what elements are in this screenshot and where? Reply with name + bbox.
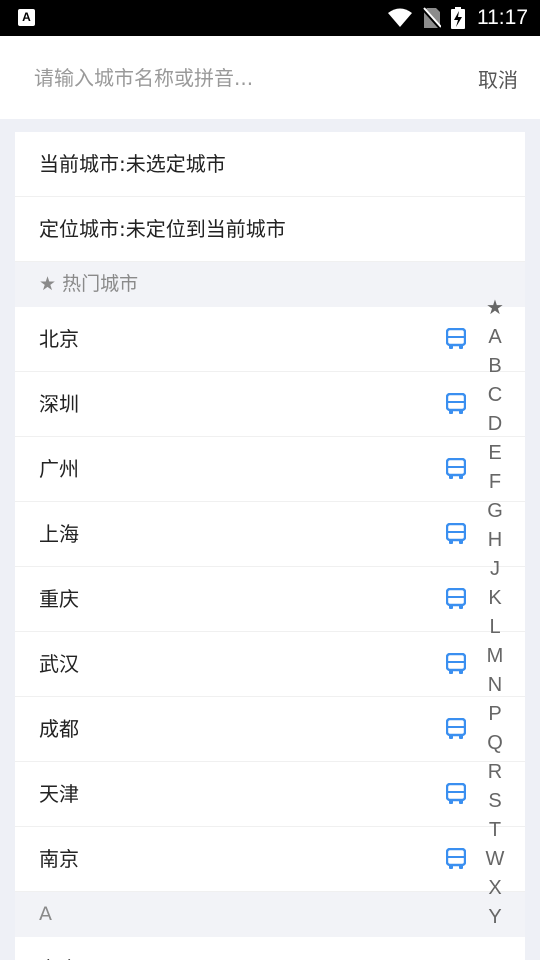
app-notification-icon: A — [18, 9, 35, 26]
index-letter-d[interactable]: D — [482, 410, 508, 439]
city-item-shenzhen[interactable]: 深圳 — [15, 372, 525, 437]
bus-icon — [446, 653, 466, 674]
search-bar: 取消 — [0, 36, 540, 119]
city-name: 武汉 — [39, 652, 79, 676]
alphabet-index-bar[interactable]: ★ A B C D E F G H J K L M N P Q R S T W X Y — [482, 294, 508, 932]
city-name: 广州 — [39, 457, 79, 481]
hot-cities-header: ★ 热门城市 — [15, 262, 525, 307]
city-item-wuhan[interactable]: 武汉 — [15, 632, 525, 697]
status-icons: 11:17 — [387, 0, 528, 36]
index-letter-s[interactable]: S — [482, 787, 508, 816]
bus-icon — [446, 393, 466, 414]
battery-charging-icon — [451, 7, 465, 29]
bus-icon — [446, 523, 466, 544]
index-letter-x[interactable]: X — [482, 874, 508, 903]
city-name: 南京 — [39, 847, 79, 871]
index-letter-w[interactable]: W — [482, 845, 508, 874]
city-name: 成都 — [39, 717, 79, 741]
city-item-nanjing[interactable]: 南京 — [15, 827, 525, 892]
index-letter-b[interactable]: B — [482, 352, 508, 381]
section-header-a: A — [15, 892, 525, 937]
index-letter-k[interactable]: K — [482, 584, 508, 613]
city-item-guangzhou[interactable]: 广州 — [15, 437, 525, 502]
wifi-icon — [388, 8, 412, 27]
index-letter-y[interactable]: Y — [482, 903, 508, 932]
city-list[interactable]: 当前城市:未选定城市 定位城市:未定位到当前城市 ★ 热门城市 北京 深圳 广州… — [15, 132, 525, 960]
city-name: 北京 — [39, 327, 79, 351]
bus-icon — [446, 848, 466, 869]
city-item-chengdu[interactable]: 成都 — [15, 697, 525, 762]
index-letter-t[interactable]: T — [482, 816, 508, 845]
city-item-shanghai[interactable]: 上海 — [15, 502, 525, 567]
city-item-beijing[interactable]: 北京 — [15, 307, 525, 372]
bus-icon — [446, 458, 466, 479]
index-letter-l[interactable]: L — [482, 613, 508, 642]
city-search-input[interactable] — [22, 56, 466, 100]
index-letter-e[interactable]: E — [482, 439, 508, 468]
index-letter-p[interactable]: P — [482, 700, 508, 729]
index-letter-m[interactable]: M — [482, 642, 508, 671]
index-letter-n[interactable]: N — [482, 671, 508, 700]
city-item-anqing[interactable]: 安庆 — [15, 937, 525, 960]
cancel-button[interactable]: 取消 — [478, 64, 518, 93]
index-letter-f[interactable]: F — [482, 468, 508, 497]
bus-icon — [446, 328, 466, 349]
index-letter-r[interactable]: R — [482, 758, 508, 787]
city-name: 天津 — [39, 782, 79, 806]
index-letter-a[interactable]: A — [482, 323, 508, 352]
index-letter-h[interactable]: H — [482, 526, 508, 555]
located-city-row[interactable]: 定位城市:未定位到当前城市 — [15, 197, 525, 262]
city-name: 上海 — [39, 522, 79, 546]
no-sim-icon — [423, 7, 441, 29]
status-time: 11:17 — [477, 6, 528, 29]
bus-icon — [446, 783, 466, 804]
city-name: 重庆 — [39, 587, 79, 611]
city-item-chongqing[interactable]: 重庆 — [15, 567, 525, 632]
city-name: 深圳 — [39, 392, 79, 416]
index-letter-hot[interactable]: ★ — [482, 294, 508, 323]
city-item-tianjin[interactable]: 天津 — [15, 762, 525, 827]
index-letter-c[interactable]: C — [482, 381, 508, 410]
index-letter-j[interactable]: J — [482, 555, 508, 584]
index-letter-g[interactable]: G — [482, 497, 508, 526]
index-letter-q[interactable]: Q — [482, 729, 508, 758]
bus-icon — [446, 588, 466, 609]
bus-icon — [446, 718, 466, 739]
status-bar: A 11:17 — [0, 0, 540, 36]
current-city-row[interactable]: 当前城市:未选定城市 — [15, 132, 525, 197]
